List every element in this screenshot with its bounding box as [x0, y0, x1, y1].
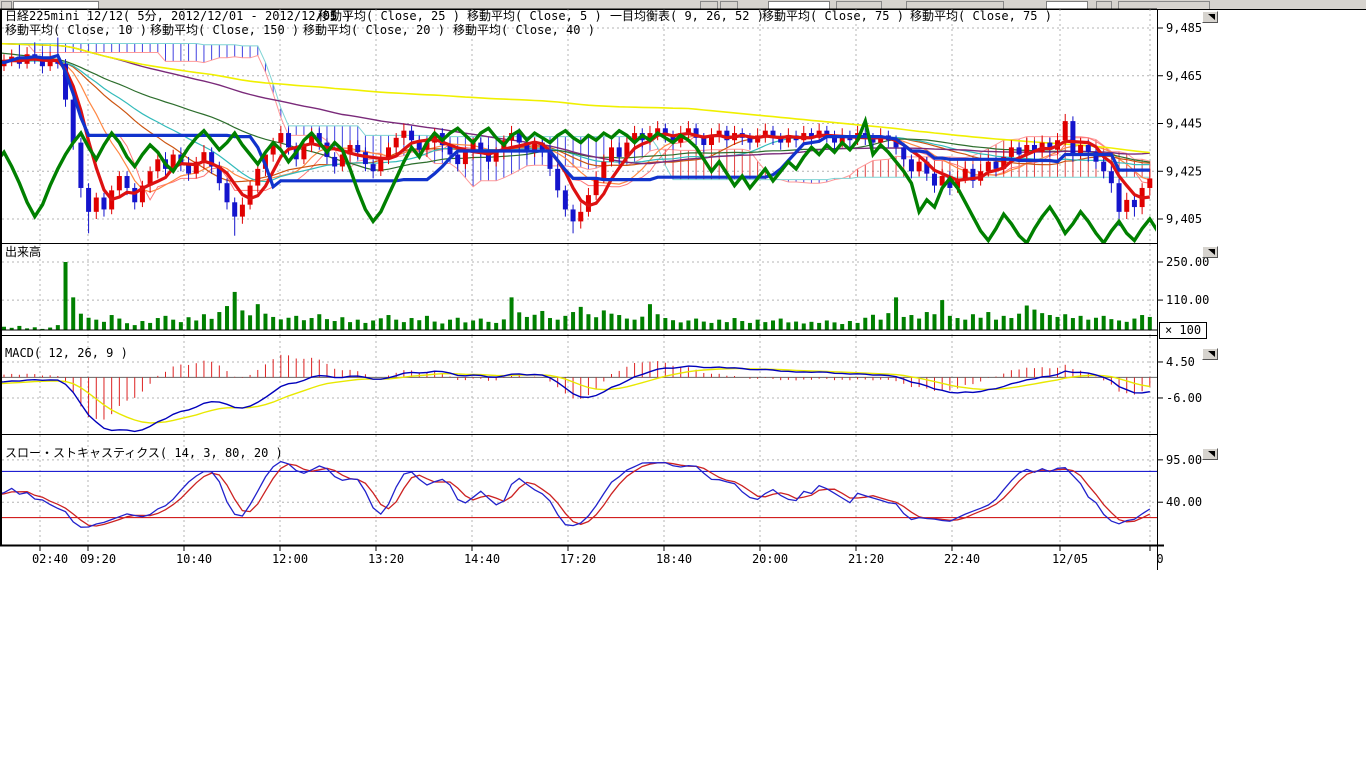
pane-borders	[0, 9, 1164, 570]
x-axis-label: 0	[1156, 552, 1163, 566]
y-axis-label: 4.50	[1166, 355, 1195, 369]
x-axis-label: 18:40	[656, 552, 692, 566]
macd-pane-menu-button[interactable]	[1202, 348, 1218, 360]
legend-ma10: 移動平均( Close, 10 )	[5, 24, 147, 37]
chart-title: 日経225mini 12/12( 5分, 2012/12/01 - 2012/1…	[5, 10, 352, 23]
x-axis-label: 14:40	[464, 552, 500, 566]
stoch-pane-menu-button[interactable]	[1202, 448, 1218, 460]
volume-multiplier-label: × 100	[1159, 322, 1207, 339]
x-axis-label: 13:20	[368, 552, 404, 566]
volume-bars	[2, 262, 1152, 330]
chart-canvas[interactable]: 9,4859,4659,4459,4259,405250.00110.004.5…	[0, 0, 1366, 600]
y-axis-label: 9,465	[1166, 69, 1202, 83]
legend-ma25: 移動平均( Close, 25 )	[318, 10, 460, 23]
legend-ma20: 移動平均( Close, 20 )	[303, 24, 445, 37]
y-axis-label: 9,485	[1166, 21, 1202, 35]
stoch-pane-title: スロー・ストキャスティクス( 14, 3, 80, 20 )	[5, 447, 283, 460]
legend-ma75-b: 移動平均( Close, 75 )	[910, 10, 1052, 23]
x-axis-label: 21:20	[848, 552, 884, 566]
axis-labels: 9,4859,4659,4459,4259,405250.00110.004.5…	[32, 21, 1209, 566]
x-axis-label: 17:20	[560, 552, 596, 566]
macd-pane-title: MACD( 12, 26, 9 )	[5, 347, 128, 360]
chart-application-window: { "legend": { "row1": ["日経225mini 12/12(…	[0, 0, 1366, 768]
y-axis-label: 9,425	[1166, 164, 1202, 178]
y-axis-label: -6.00	[1166, 391, 1202, 405]
y-axis-label: 9,445	[1166, 117, 1202, 131]
x-axis-label: 22:40	[944, 552, 980, 566]
volume-pane-title: 出来高	[5, 246, 41, 259]
price-pane-menu-button[interactable]	[1202, 11, 1218, 23]
legend-ma75-a: 移動平均( Close, 75 )	[762, 10, 904, 23]
gridlines	[2, 9, 1157, 545]
y-axis-label: 40.00	[1166, 495, 1202, 509]
y-axis-label: 9,405	[1166, 212, 1202, 226]
legend-ichimoku: 一目均衡表( 9, 26, 52 )	[610, 10, 764, 23]
volume-pane-menu-button[interactable]	[1202, 246, 1218, 258]
y-axis-label: 95.00	[1166, 453, 1202, 467]
legend-ma150: 移動平均( Close, 150 )	[150, 24, 299, 37]
x-axis-label: 12/05	[1052, 552, 1088, 566]
x-axis-label: 20:00	[752, 552, 788, 566]
legend-ma5: 移動平均( Close, 5 )	[467, 10, 602, 23]
macd-histogram	[4, 355, 1150, 420]
x-axis-label: 09:20	[80, 552, 116, 566]
y-axis-label: 110.00	[1166, 293, 1209, 307]
x-axis-label: 02:40	[32, 552, 68, 566]
legend-ma40: 移動平均( Close, 40 )	[453, 24, 595, 37]
x-axis-label: 10:40	[176, 552, 212, 566]
x-axis-label: 12:00	[272, 552, 308, 566]
